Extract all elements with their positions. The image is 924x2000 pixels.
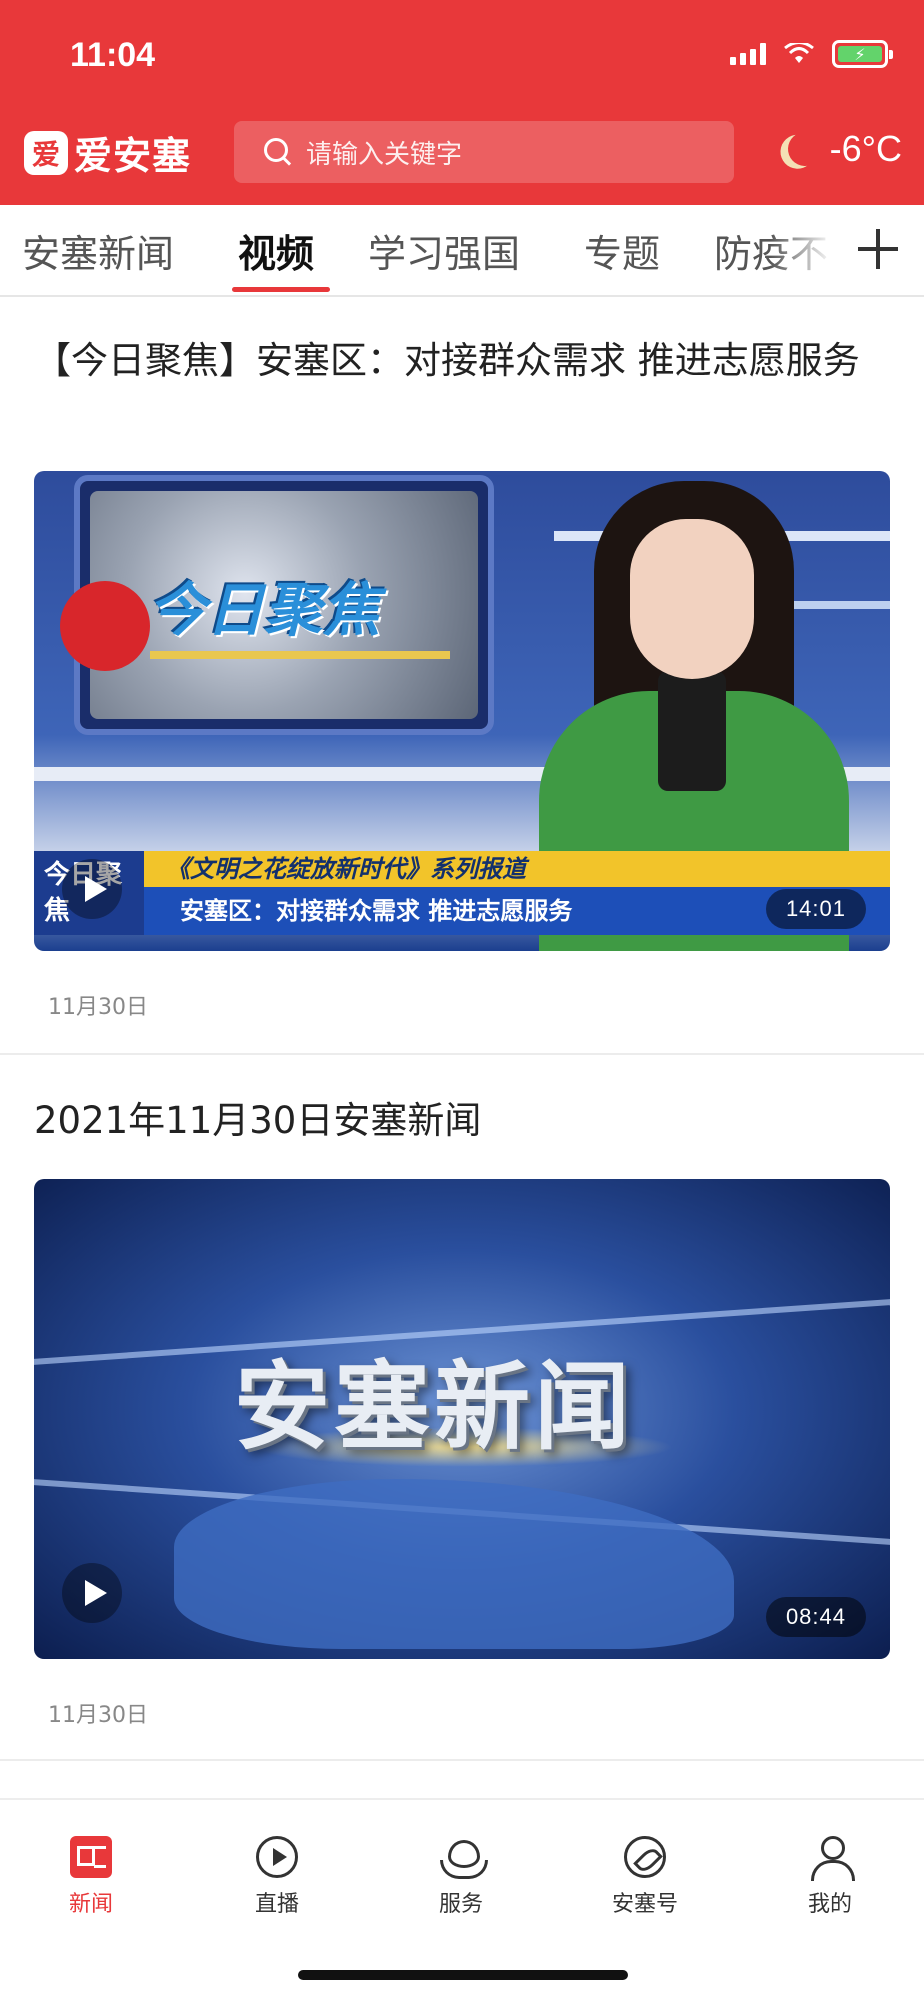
video-duration: 14:01 <box>765 889 866 929</box>
video-duration: 08:44 <box>765 1597 866 1637</box>
service-heart-icon <box>440 1836 488 1879</box>
active-tab-indicator <box>232 287 330 292</box>
nav-label: 直播 <box>254 1892 299 1917</box>
search-bar[interactable]: 请输入关键字 <box>234 121 734 183</box>
video-card[interactable]: 【今日聚焦】安塞区：对接群众需求 推进志愿服务 今日聚焦 今日聚焦 《文明之花绽… <box>0 299 924 1055</box>
logo-mark-icon: 爱 <box>24 130 68 175</box>
video-date: 11月30日 <box>48 1703 148 1728</box>
status-icons: ⚡ <box>730 40 893 68</box>
thumbnail-image: 今日聚焦 今日聚焦 《文明之花绽放新时代》系列报道 安塞区：对接群众需求 推进志… <box>34 471 890 951</box>
lower-third-caption-top: 《文明之花绽放新时代》系列报道 <box>144 851 890 887</box>
video-thumbnail[interactable]: 今日聚焦 今日聚焦 《文明之花绽放新时代》系列报道 安塞区：对接群众需求 推进志… <box>34 471 890 951</box>
video-title[interactable]: 【今日聚焦】安塞区：对接群众需求 推进志愿服务 <box>34 335 890 387</box>
video-thumbnail[interactable]: 安塞新闻 08:44 <box>34 1179 890 1659</box>
nav-live[interactable]: 直播 <box>207 1836 347 1918</box>
app-logo[interactable]: 爱 爱安塞 <box>24 125 191 180</box>
tab-video[interactable]: 视频 <box>238 223 314 278</box>
search-placeholder: 请输入关键字 <box>306 139 463 170</box>
nav-label: 我的 <box>807 1892 852 1917</box>
nav-ansai-hao[interactable]: 安塞号 <box>575 1836 715 1918</box>
logo-text: 爱安塞 <box>74 133 192 178</box>
tab-special[interactable]: 专题 <box>584 223 660 278</box>
screen-logo-text: 今日聚焦 <box>148 576 381 644</box>
live-play-icon <box>256 1836 298 1878</box>
tab-ansai-news[interactable]: 安塞新闻 <box>22 223 174 278</box>
play-icon[interactable] <box>62 1563 122 1623</box>
user-icon <box>809 1836 855 1881</box>
battery-icon: ⚡ <box>832 40 893 68</box>
video-title[interactable]: 2021年11月30日安塞新闻 <box>34 1095 890 1147</box>
add-channel-plus-icon[interactable] <box>858 229 898 269</box>
nav-service[interactable]: 服务 <box>391 1836 531 1918</box>
signal-icon <box>730 43 766 65</box>
wifi-icon <box>784 41 814 65</box>
nav-mine[interactable]: 我的 <box>760 1836 900 1918</box>
weather-widget[interactable]: -6°C <box>782 128 902 170</box>
status-time: 11:04 <box>70 36 156 74</box>
search-icon <box>264 138 292 166</box>
moon-icon <box>783 127 827 171</box>
play-icon[interactable] <box>62 859 122 919</box>
tab-xuexi-qiangguo[interactable]: 学习强国 <box>368 223 520 278</box>
news-lower-third: 今日聚焦 《文明之花绽放新时代》系列报道 安塞区：对接群众需求 推进志愿服务 <box>34 851 890 935</box>
home-indicator[interactable] <box>298 1970 628 1980</box>
video-date: 11月30日 <box>48 995 148 1020</box>
nav-news[interactable]: 新闻 <box>21 1836 161 1918</box>
nav-label: 服务 <box>438 1892 483 1917</box>
nav-label: 安塞号 <box>611 1892 678 1917</box>
app-header: 11:04 ⚡ 爱 爱安塞 请输入关键字 -6°C <box>0 0 924 205</box>
thumbnail-image: 安塞新闻 <box>34 1179 890 1659</box>
news-icon <box>70 1836 112 1878</box>
category-tabs: 安塞新闻 视频 学习强国 专题 防疫不 <box>0 205 924 297</box>
thumbnail-title-text: 安塞新闻 <box>234 1350 634 1463</box>
nav-label: 新闻 <box>68 1892 113 1917</box>
video-card[interactable]: 2021年11月30日安塞新闻 安塞新闻 08:44 11月30日 <box>0 1055 924 1761</box>
compass-icon <box>624 1836 666 1878</box>
temperature: -6°C <box>829 128 902 169</box>
tab-fade <box>770 205 860 295</box>
